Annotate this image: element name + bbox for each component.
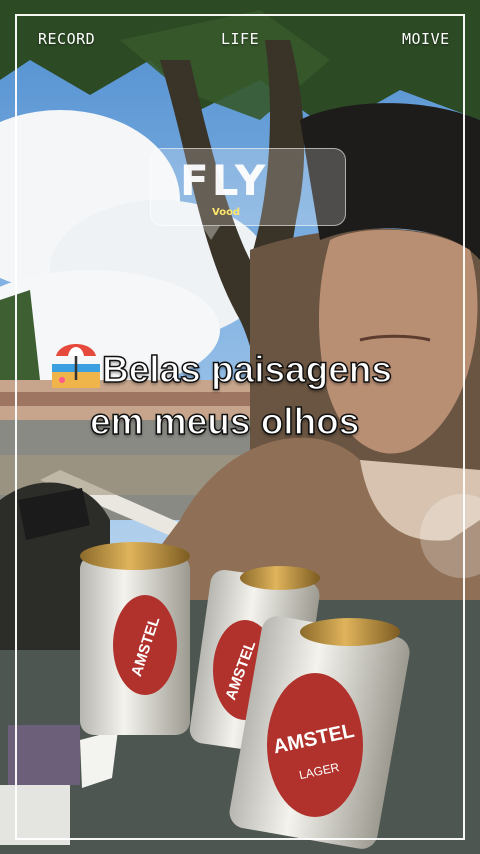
sticker-big-text: FLY <box>180 156 269 205</box>
caption-text: Belas paisagens em meus olhos <box>52 340 472 448</box>
tag-record: RECORD <box>38 30 96 48</box>
caption-line-2: em meus olhos <box>89 400 360 443</box>
tag-movie: MOIVE <box>402 30 450 48</box>
sticker-small-text: Vood <box>212 207 241 218</box>
tag-life: LIFE <box>221 30 260 48</box>
beach-umbrella-icon <box>52 344 100 388</box>
caption-line-1: Belas paisagens <box>101 348 392 391</box>
beer-can-1: AMSTEL <box>80 542 190 735</box>
sticker-bubble-tail <box>202 226 220 240</box>
